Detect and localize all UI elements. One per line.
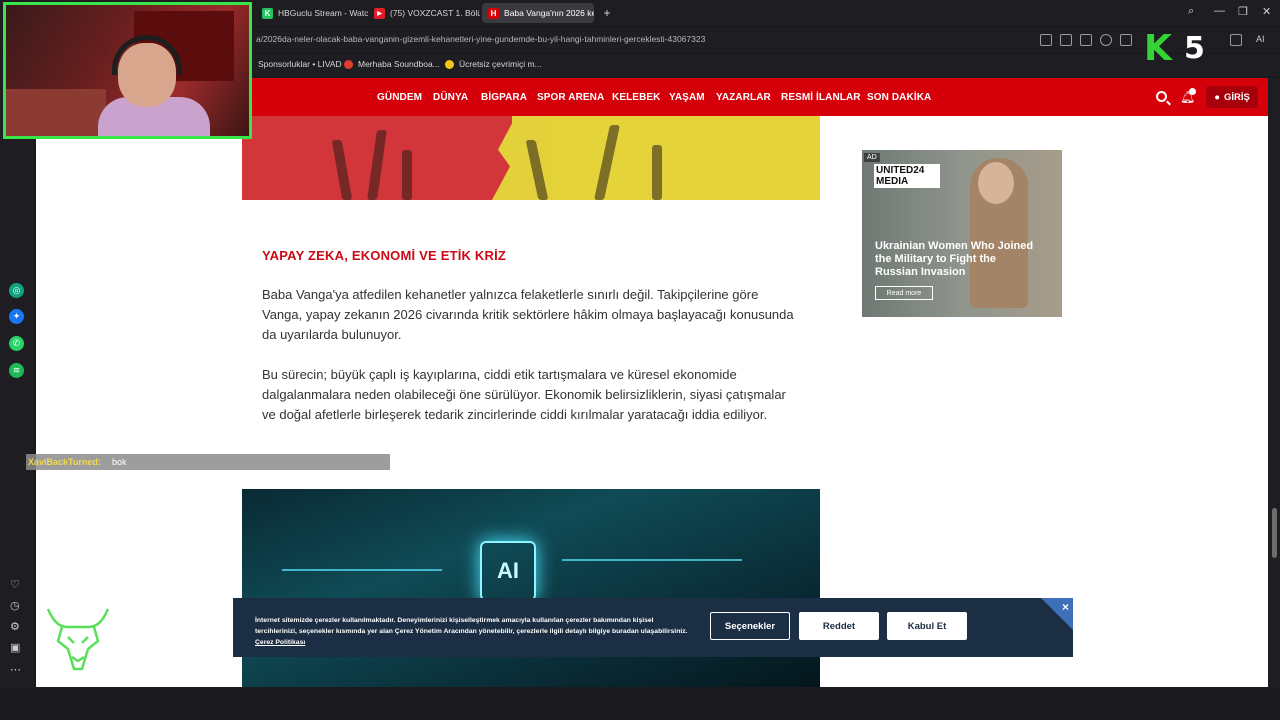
plus-icon: + [603, 6, 611, 20]
ad-person-head [978, 162, 1014, 204]
login-label: GİRİŞ [1223, 91, 1250, 103]
k5-channel-logo: K 5 [1140, 30, 1210, 68]
stream-chat-message: XaviBackTurned: bok [26, 454, 390, 470]
ad-headline: Ukrainian Women Who Joined the Military … [875, 240, 1034, 278]
hero-shadow [594, 125, 620, 200]
search-icon[interactable] [1156, 91, 1167, 102]
ad-badge: AD [864, 153, 880, 162]
article-hero-image [242, 116, 820, 200]
ad-brand-logo: UNITED24 MEDIA [874, 164, 940, 188]
settings-gear-icon[interactable]: ⚙ [10, 620, 20, 633]
nav-spor-arena[interactable]: SPOR ARENA [537, 92, 604, 103]
advertisement[interactable]: AD UNITED24 MEDIA Ukrainian Women Who Jo… [862, 150, 1062, 317]
nav-yasam[interactable]: YAŞAM [669, 92, 705, 103]
section-heading: YAPAY ZEKA, EKONOMİ VE ETİK KRİZ [262, 248, 507, 263]
bookmark-livad[interactable]: Sponsorluklar • LIVAD [258, 59, 342, 69]
nav-bigpara[interactable]: BİGPARA [481, 92, 527, 103]
hero-shadow [652, 145, 662, 200]
login-button[interactable]: ● GİRİŞ [1206, 86, 1258, 108]
edit-icon[interactable] [1060, 34, 1072, 46]
cookie-policy-link[interactable]: Çerez Politikası [255, 639, 305, 646]
cookie-reject-button[interactable]: Reddet [799, 612, 879, 640]
youtube-favicon-icon: ▶ [374, 7, 385, 19]
page-scrollbar[interactable] [1269, 78, 1280, 687]
article-paragraph: Baba Vanga'ya atfedilen kehanetler yalnı… [262, 287, 794, 342]
nav-son-dakika[interactable]: SON DAKİKA [867, 92, 931, 103]
tab-voxzcast[interactable]: ▶ (75) VOXZCAST 1. Bölüm [368, 3, 480, 23]
web-page: GÜNDEM DÜNYA BİGPARA SPOR ARENA KELEBEK … [36, 78, 1268, 687]
chat-username: XaviBackTurned: [28, 457, 101, 467]
bull-head-svg [46, 608, 110, 671]
cube-icon[interactable] [1230, 34, 1242, 46]
bookmark-label: Merhaba Soundboa... [358, 59, 440, 69]
tab-hbguclu[interactable]: K HBGuclu Stream - Watch [256, 3, 368, 23]
spotify-icon[interactable]: ≋ [9, 363, 24, 378]
tab-baba-vanga[interactable]: H Baba Vanga'nın 2026 keh [482, 3, 594, 23]
nav-resmi-ilanlar[interactable]: RESMİ İLANLAR [781, 92, 861, 103]
image-glow-line [562, 559, 742, 561]
chat-message-text: bok [112, 457, 127, 467]
scrollbar-thumb[interactable] [1272, 508, 1277, 558]
nav-gundem[interactable]: GÜNDEM [377, 92, 422, 103]
cookie-banner: İnternet sitemizde çerezler kullanılmakt… [233, 598, 1073, 657]
tab-label: HBGuclu Stream - Watch [278, 8, 368, 18]
chat-separator: : [97, 457, 101, 467]
panel-app-icon[interactable]: ▣ [10, 641, 20, 654]
close-window-icon[interactable]: ✕ [1262, 5, 1271, 18]
notification-badge [1189, 88, 1196, 95]
new-tab-button[interactable]: + [598, 3, 616, 23]
bookmark-label: Sponsorluklar • LIVAD [258, 59, 342, 69]
kick-favicon-icon: K [262, 7, 273, 19]
chatgpt-icon[interactable]: ◎ [9, 283, 24, 298]
ad-read-more-button[interactable]: Read more [875, 286, 933, 300]
logo-5: 5 [1184, 31, 1205, 66]
tab-label: (75) VOXZCAST 1. Bölüm [390, 8, 480, 18]
ai-chip-graphic: AI [480, 541, 536, 601]
cookie-text: İnternet sitemizde çerezler kullanılmakt… [255, 615, 695, 648]
tab-label: Baba Vanga'nın 2026 keh [504, 8, 594, 18]
webcam-background-couch [6, 89, 106, 136]
cookie-body: İnternet sitemizde çerezler kullanılmakt… [255, 617, 688, 635]
bookmark-icon [445, 59, 454, 69]
nav-dunya[interactable]: DÜNYA [433, 92, 468, 103]
logo-k: K [1144, 28, 1172, 69]
cookie-close-button[interactable]: × [1041, 598, 1073, 630]
bookmark-soundboard[interactable]: Merhaba Soundboa... [344, 59, 440, 69]
nav-yazarlar[interactable]: YAZARLAR [716, 92, 771, 103]
minimize-icon[interactable]: — [1214, 5, 1225, 17]
hero-shadow [402, 150, 412, 200]
bookmark-free-online[interactable]: Ücretsiz çevrimiçi m... [445, 59, 542, 69]
shield-icon[interactable] [1100, 34, 1112, 46]
user-icon: ● [1214, 91, 1220, 103]
streamer-webcam [3, 2, 252, 139]
hurriyet-favicon-icon: H [488, 7, 499, 19]
bull-head-logo-icon [44, 603, 112, 675]
messenger-icon[interactable]: ✦ [9, 309, 24, 324]
cookie-options-button[interactable]: Seçenekler [710, 612, 790, 640]
more-icon[interactable]: ⋯ [10, 663, 21, 676]
nav-kelebek[interactable]: KELEBEK [612, 92, 660, 103]
image-glow-line [282, 569, 442, 571]
chat-username-text: XaviBackTurned [28, 457, 98, 467]
bookmark-label: Ücretsiz çevrimiçi m... [459, 59, 542, 69]
browser-side-panel: ◎ ✦ ✆ ≋ ♡ ◷ ⚙ ▣ ⋯ [0, 76, 34, 688]
reader-mode-icon[interactable] [1040, 34, 1052, 46]
whatsapp-icon[interactable]: ✆ [9, 336, 24, 351]
close-icon: × [1061, 600, 1069, 614]
ai-button[interactable]: AI [1256, 34, 1265, 44]
url-field[interactable]: a/2026da-neler-olacak-baba-vanganin-gize… [256, 34, 705, 44]
soundboard-icon [344, 59, 353, 69]
camera-icon[interactable] [1080, 34, 1092, 46]
article-ai-image: AI [242, 489, 820, 687]
search-tabs-icon[interactable]: ⌕ [1188, 5, 1194, 18]
cookie-accept-button[interactable]: Kabul Et [887, 612, 967, 640]
history-icon[interactable]: ◷ [10, 599, 20, 612]
heart-icon[interactable]: ♡ [10, 578, 20, 591]
play-icon[interactable] [1120, 34, 1132, 46]
article-paragraph: Bu sürecin; büyük çaplı iş kayıplarına, … [262, 367, 786, 422]
maximize-icon[interactable]: ❐ [1238, 5, 1248, 18]
